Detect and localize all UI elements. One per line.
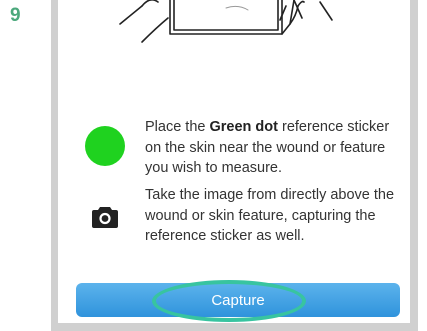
instruction-item-camera: Take the image from directly above the w…: [58, 180, 410, 250]
instruction-text-1-start: Place the: [145, 119, 210, 135]
instruction-text-1: Place the Green dot reference sticker on…: [145, 117, 407, 179]
phone-screen: Place the Green dot reference sticker on…: [58, 0, 410, 323]
phone-frame: Place the Green dot reference sticker on…: [51, 0, 418, 331]
capture-button[interactable]: Capture: [76, 283, 400, 317]
instruction-item-green-dot: Place the Green dot reference sticker on…: [58, 112, 410, 180]
green-dot-icon: [85, 126, 125, 166]
instruction-page: 9 Place the Green dot reference sticker …: [0, 0, 427, 331]
green-dot-emphasis: Green dot: [209, 119, 278, 135]
capture-button-label: Capture: [211, 291, 265, 309]
instruction-text-2: Take the image from directly above the w…: [145, 187, 395, 244]
phone-hand-illustration: [119, 0, 333, 43]
step-number: 9: [10, 5, 21, 26]
camera-icon: [92, 207, 118, 228]
